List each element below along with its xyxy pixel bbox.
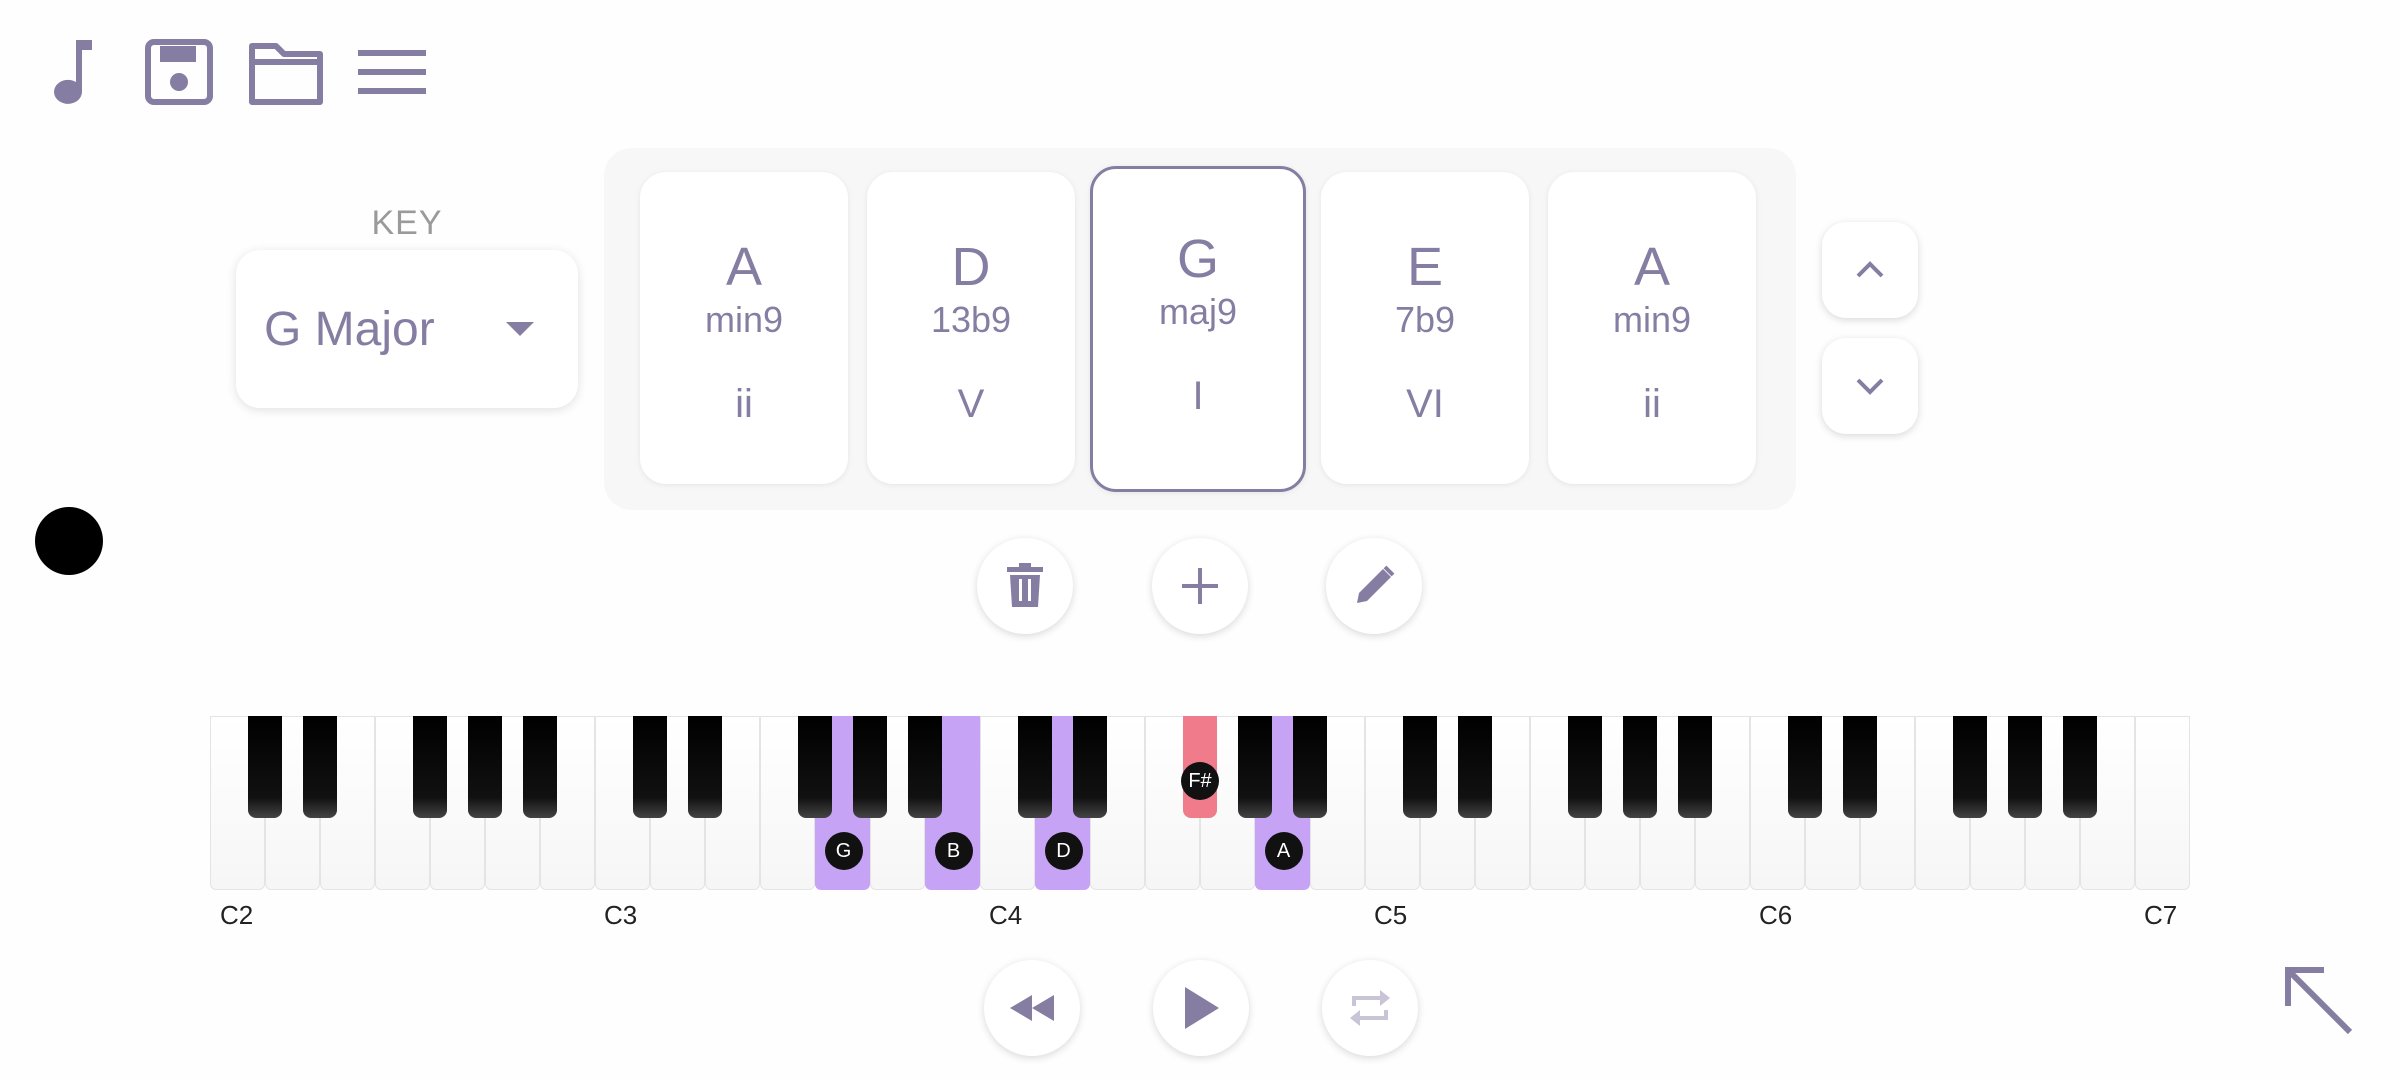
note-label: G xyxy=(824,832,863,870)
piano-black-key[interactable] xyxy=(1017,716,1053,818)
arrow-up-left-icon[interactable] xyxy=(2280,962,2356,1043)
octave-label: C3 xyxy=(604,900,638,930)
piano-black-key[interactable] xyxy=(412,716,448,818)
record-indicator xyxy=(35,507,103,575)
piano-black-key[interactable] xyxy=(687,716,723,818)
key-label: KEY xyxy=(371,204,443,242)
plus-icon xyxy=(1182,568,1218,604)
piano-black-key[interactable]: F# xyxy=(1181,716,1219,818)
chord-quality: 7b9 xyxy=(1394,299,1456,340)
menu-icon[interactable] xyxy=(356,36,428,113)
chord-quality: 13b9 xyxy=(930,299,1012,340)
chord-card[interactable]: E 7b9 VI xyxy=(1321,172,1529,484)
edit-chord-button[interactable] xyxy=(1326,538,1422,634)
move-down-button[interactable] xyxy=(1822,338,1918,434)
note-label: D xyxy=(1044,832,1083,870)
piano-black-key[interactable] xyxy=(1237,716,1273,818)
chord-quality: maj9 xyxy=(1158,291,1238,332)
piano-black-key[interactable] xyxy=(1402,716,1438,818)
piano-black-key[interactable] xyxy=(302,716,338,818)
repeat-icon xyxy=(1350,990,1390,1026)
folder-icon[interactable] xyxy=(248,36,324,113)
save-icon[interactable] xyxy=(144,36,214,113)
chord-card[interactable]: A min9 ii xyxy=(640,172,848,484)
piano-black-key[interactable] xyxy=(1072,716,1108,818)
play-button[interactable] xyxy=(1153,960,1249,1056)
chord-root: A xyxy=(725,237,763,297)
chevron-down-icon xyxy=(1856,378,1884,395)
piano-black-key[interactable] xyxy=(1567,716,1603,818)
chord-card[interactable]: D 13b9 V xyxy=(867,172,1075,484)
chord-roman-numeral: I xyxy=(1192,374,1204,418)
key-value: G Major xyxy=(264,302,435,356)
octave-label: C7 xyxy=(2144,900,2178,930)
piano-black-key[interactable] xyxy=(852,716,888,818)
chord-roman-numeral: ii xyxy=(1643,382,1661,426)
rewind-icon xyxy=(1010,995,1054,1021)
chord-root: E xyxy=(1406,237,1444,297)
piano-black-key[interactable] xyxy=(2007,716,2043,818)
piano-black-key[interactable] xyxy=(1677,716,1713,818)
music-note-icon[interactable] xyxy=(48,36,100,113)
move-up-button[interactable] xyxy=(1822,222,1918,318)
trash-icon xyxy=(1007,563,1043,607)
chord-roman-numeral: ii xyxy=(735,382,753,426)
note-label: A xyxy=(1264,832,1303,870)
pencil-icon xyxy=(1357,565,1395,603)
note-label: B xyxy=(934,832,973,870)
octave-label: C2 xyxy=(220,900,254,930)
delete-chord-button[interactable] xyxy=(977,538,1073,634)
add-chord-button[interactable] xyxy=(1152,538,1248,634)
chord-roman-numeral: VI xyxy=(1406,382,1444,426)
octave-label: C6 xyxy=(1759,900,1793,930)
piano-black-key[interactable] xyxy=(1457,716,1493,818)
octave-label: C4 xyxy=(989,900,1023,930)
piano-keyboard[interactable]: G B D A F# xyxy=(210,716,2190,890)
piano-black-key[interactable] xyxy=(1622,716,1658,818)
key-select[interactable]: G Major xyxy=(236,250,578,408)
piano-black-key[interactable] xyxy=(247,716,283,818)
piano-black-key[interactable] xyxy=(1292,716,1328,818)
dropdown-caret-icon xyxy=(506,322,534,336)
chord-card-selected[interactable]: G maj9 I xyxy=(1090,166,1306,492)
chord-quality: min9 xyxy=(1612,299,1692,340)
piano-black-key[interactable] xyxy=(907,716,943,818)
piano-black-key[interactable] xyxy=(467,716,503,818)
piano-black-key[interactable] xyxy=(1842,716,1878,818)
chord-root: G xyxy=(1176,229,1219,289)
note-label: F# xyxy=(1181,762,1219,800)
play-icon xyxy=(1185,987,1219,1029)
piano-black-key[interactable] xyxy=(522,716,558,818)
rewind-button[interactable] xyxy=(984,960,1080,1056)
chevron-up-icon xyxy=(1856,261,1884,278)
piano-black-key[interactable] xyxy=(797,716,833,818)
piano-black-key[interactable] xyxy=(632,716,668,818)
chord-roman-numeral: V xyxy=(957,382,985,426)
chord-quality: min9 xyxy=(704,299,784,340)
chord-card[interactable]: A min9 ii xyxy=(1548,172,1756,484)
piano-white-key[interactable] xyxy=(2135,716,2190,890)
piano-black-key[interactable] xyxy=(2062,716,2098,818)
octave-label: C5 xyxy=(1374,900,1408,930)
chord-root: A xyxy=(1633,237,1671,297)
piano-black-key[interactable] xyxy=(1787,716,1823,818)
chord-root: D xyxy=(951,237,991,297)
loop-button[interactable] xyxy=(1322,960,1418,1056)
piano-black-key[interactable] xyxy=(1952,716,1988,818)
